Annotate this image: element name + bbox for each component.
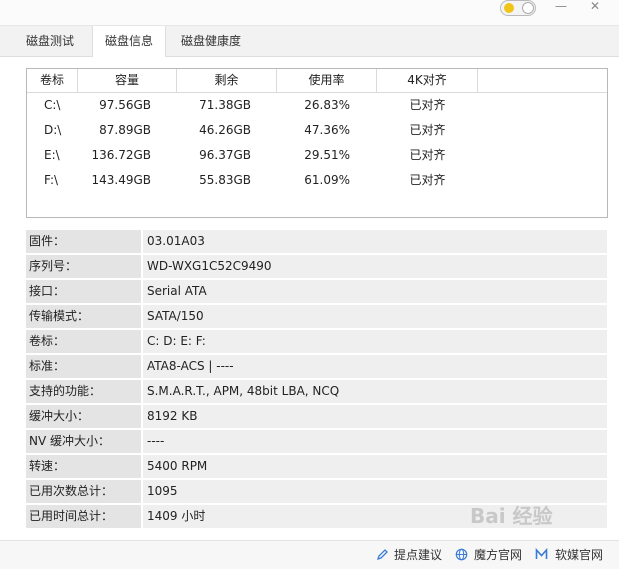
- toggle-knob: [522, 2, 534, 14]
- info-row-serial: 序列号： WD-WXG1C52C9490: [26, 254, 607, 279]
- info-label: 转速：: [26, 455, 141, 478]
- info-label: 标准：: [26, 355, 141, 378]
- sun-icon: [504, 3, 514, 13]
- table-row[interactable]: E:\ 136.72GB 96.37GB 29.51% 已对齐: [27, 143, 607, 168]
- footer-bar: 提点建议 魔方官网 软媒官网: [0, 540, 619, 569]
- column-header-usage[interactable]: 使用率: [277, 69, 377, 92]
- table-row[interactable]: C:\ 97.56GB 71.38GB 26.83% 已对齐: [27, 93, 607, 118]
- ruanmei-logo-icon: [535, 548, 548, 559]
- cell-capacity: 97.56GB: [99, 98, 151, 112]
- ruanmei-site-link[interactable]: 软媒官网: [555, 541, 603, 569]
- cell-volume: C:\: [44, 98, 61, 112]
- cell-usage: 61.09%: [304, 173, 350, 187]
- info-label: 缓冲大小：: [26, 405, 141, 428]
- tab-bar: 磁盘测试 磁盘信息 磁盘健康度: [0, 26, 619, 57]
- cell-free: 46.26GB: [199, 123, 251, 137]
- info-value[interactable]: 5400 RPM: [143, 455, 607, 478]
- info-row-firmware: 固件： 03.01A03: [26, 229, 607, 254]
- cell-volume: F:\: [44, 173, 59, 187]
- cell-align: 已对齐: [409, 123, 446, 137]
- cell-volume: E:\: [44, 148, 60, 162]
- table-header: 卷标 容量 剩余 使用率 4K对齐: [27, 69, 607, 93]
- info-row-rpm: 转速： 5400 RPM: [26, 454, 607, 479]
- disk-info-list: 固件： 03.01A03 序列号： WD-WXG1C52C9490 接口： Se…: [26, 229, 607, 529]
- column-header-volume[interactable]: 卷标: [27, 69, 78, 92]
- globe-icon: [455, 548, 468, 561]
- info-row-buffer-size: 缓冲大小： 8192 KB: [26, 404, 607, 429]
- info-row-transfer-mode: 传输模式： SATA/150: [26, 304, 607, 329]
- cell-capacity: 87.89GB: [99, 123, 151, 137]
- info-label: 传输模式：: [26, 305, 141, 328]
- cell-align: 已对齐: [409, 98, 446, 112]
- info-value[interactable]: C: D: E: F:: [143, 330, 607, 353]
- cell-usage: 47.36%: [304, 123, 350, 137]
- tab-disk-health[interactable]: 磁盘健康度: [169, 26, 253, 56]
- official-site-link[interactable]: 魔方官网: [474, 541, 522, 569]
- info-label: 支持的功能：: [26, 380, 141, 403]
- close-button[interactable]: ✕: [582, 0, 608, 14]
- feedback-link[interactable]: 提点建议: [394, 541, 442, 569]
- info-value[interactable]: SATA/150: [143, 305, 607, 328]
- info-value[interactable]: ATA8-ACS | ----: [143, 355, 607, 378]
- cell-volume: D:\: [44, 123, 62, 137]
- info-row-interface: 接口： Serial ATA: [26, 279, 607, 304]
- cell-free: 55.83GB: [199, 173, 251, 187]
- cell-free: 71.38GB: [199, 98, 251, 112]
- theme-toggle[interactable]: [500, 0, 536, 16]
- volume-table: 卷标 容量 剩余 使用率 4K对齐 C:\ 97.56GB 71.38GB 26…: [26, 68, 608, 218]
- column-header-capacity[interactable]: 容量: [78, 69, 177, 92]
- table-row[interactable]: F:\ 143.49GB 55.83GB 61.09% 已对齐: [27, 168, 607, 193]
- info-value[interactable]: 8192 KB: [143, 405, 607, 428]
- cell-usage: 26.83%: [304, 98, 350, 112]
- cell-capacity: 136.72GB: [91, 148, 151, 162]
- info-value[interactable]: WD-WXG1C52C9490: [143, 255, 607, 278]
- info-label: 接口：: [26, 280, 141, 303]
- cell-free: 96.37GB: [199, 148, 251, 162]
- cell-usage: 29.51%: [304, 148, 350, 162]
- column-header-4k-align[interactable]: 4K对齐: [377, 69, 478, 92]
- tab-disk-info[interactable]: 磁盘信息: [92, 26, 167, 57]
- info-row-volumes: 卷标： C: D: E: F:: [26, 329, 607, 354]
- column-header-free[interactable]: 剩余: [177, 69, 277, 92]
- minimize-button[interactable]: —: [548, 0, 574, 14]
- cell-capacity: 143.49GB: [91, 173, 151, 187]
- info-label: 卷标：: [26, 330, 141, 353]
- info-value[interactable]: Serial ATA: [143, 280, 607, 303]
- cell-align: 已对齐: [409, 173, 446, 187]
- info-row-nv-buffer: NV 缓冲大小： ----: [26, 429, 607, 454]
- baidu-watermark: Bai 经验: [470, 504, 553, 528]
- info-label: 已用时间总计：: [26, 505, 141, 528]
- tab-disk-test[interactable]: 磁盘测试: [14, 26, 86, 56]
- title-bar: — ✕: [0, 0, 619, 26]
- info-label: NV 缓冲大小：: [26, 430, 141, 453]
- info-row-features: 支持的功能： S.M.A.R.T., APM, 48bit LBA, NCQ: [26, 379, 607, 404]
- info-label: 序列号：: [26, 255, 141, 278]
- info-row-standard: 标准： ATA8-ACS | ----: [26, 354, 607, 379]
- cell-align: 已对齐: [409, 148, 446, 162]
- pencil-icon: [376, 549, 388, 561]
- info-label: 已用次数总计：: [26, 480, 141, 503]
- info-value[interactable]: S.M.A.R.T., APM, 48bit LBA, NCQ: [143, 380, 607, 403]
- info-label: 固件：: [26, 230, 141, 253]
- info-value[interactable]: ----: [143, 430, 607, 453]
- info-value[interactable]: 03.01A03: [143, 230, 607, 253]
- table-row[interactable]: D:\ 87.89GB 46.26GB 47.36% 已对齐: [27, 118, 607, 143]
